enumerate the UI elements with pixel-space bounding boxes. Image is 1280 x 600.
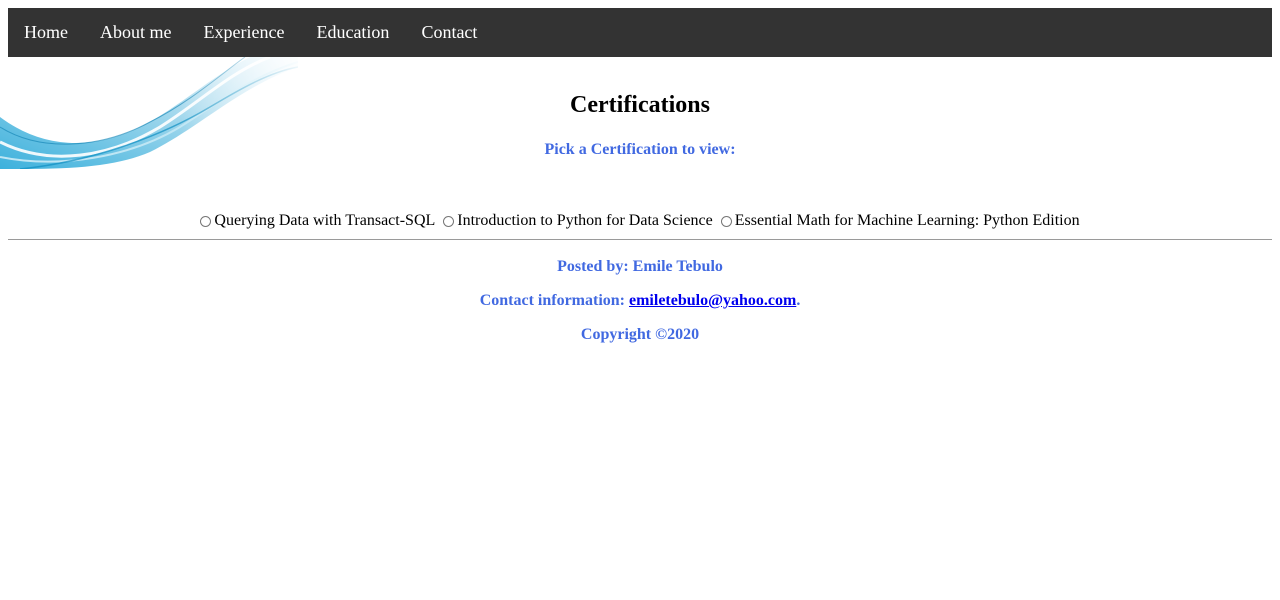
nav-about-link[interactable]: About me — [84, 8, 188, 57]
nav-contact-link[interactable]: Contact — [405, 8, 493, 57]
contact-suffix: . — [796, 292, 801, 309]
radio-button[interactable] — [443, 215, 455, 227]
radio-button[interactable] — [200, 215, 212, 227]
horizontal-divider — [8, 239, 1272, 240]
page-title: Certifications — [570, 92, 710, 118]
certification-radio-group: Querying Data with Transact-SQL Introduc… — [0, 212, 1280, 232]
posted-by-text: Posted by: Emile Tebulo — [557, 258, 723, 275]
cert-option-sql[interactable]: Querying Data with Transact-SQL — [200, 212, 435, 230]
cert-option-math[interactable]: Essential Math for Machine Learning: Pyt… — [720, 212, 1080, 230]
contact-email-link[interactable]: emiletebulo@yahoo.com — [629, 292, 796, 309]
nav-home-link[interactable]: Home — [8, 8, 84, 57]
cert-option-label: Querying Data with Transact-SQL — [214, 212, 436, 229]
copyright-text: Copyright ©2020 — [580, 326, 700, 343]
contact-label: Contact information: — [479, 292, 629, 309]
cert-option-label: Essential Math for Machine Learning: Pyt… — [734, 212, 1080, 229]
certification-prompt: Pick a Certification to view: — [544, 141, 736, 158]
nav-experience-link[interactable]: Experience — [188, 8, 301, 57]
cert-option-label: Introduction to Python for Data Science — [457, 212, 713, 229]
cert-option-python[interactable]: Introduction to Python for Data Science — [443, 212, 713, 230]
nav-education-link[interactable]: Education — [300, 8, 405, 57]
top-navbar: Home About me Experience Education Conta… — [8, 8, 1272, 57]
radio-button[interactable] — [720, 215, 732, 227]
contact-info: Contact information: emiletebulo@yahoo.c… — [0, 292, 1280, 310]
